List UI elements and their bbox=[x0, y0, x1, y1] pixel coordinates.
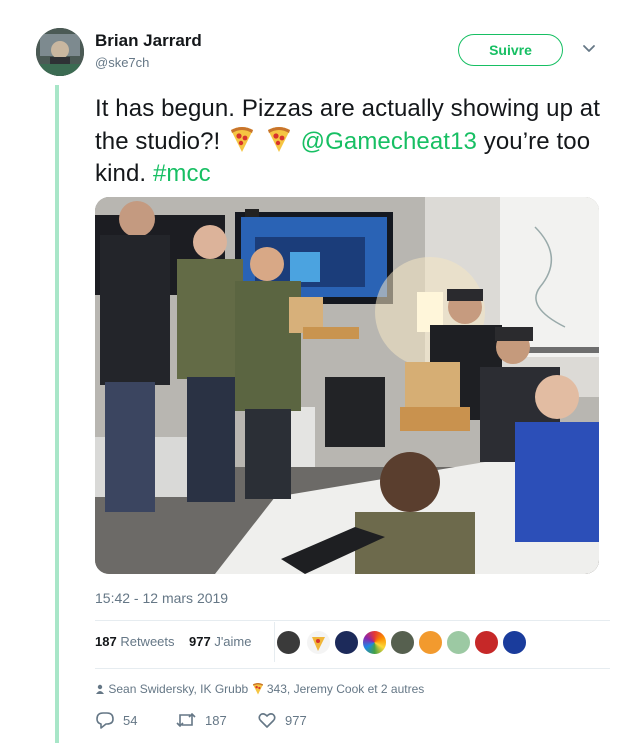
reply-button[interactable]: 54 bbox=[95, 710, 137, 730]
retweet-count: 187 bbox=[205, 713, 227, 728]
social-context: Sean Swidersky, IK Grubb 343, Jeremy Coo… bbox=[95, 682, 424, 696]
tweet-photo[interactable] bbox=[95, 197, 599, 574]
like-button[interactable]: 977 bbox=[257, 710, 307, 730]
pizza-avatar-icon bbox=[312, 637, 325, 651]
stats-separator bbox=[274, 622, 275, 662]
engagement-stats: 187 Retweets 977 J'aime bbox=[95, 634, 251, 649]
liker-avatar[interactable] bbox=[276, 630, 301, 655]
chevron-down-icon[interactable] bbox=[580, 40, 598, 58]
liker-avatar[interactable] bbox=[502, 630, 527, 655]
like-count: 977 bbox=[285, 713, 307, 728]
pizza-emoji-icon bbox=[267, 127, 290, 152]
likes-stat[interactable]: 977 J'aime bbox=[189, 634, 252, 649]
heart-icon bbox=[258, 713, 276, 728]
tweet-timestamp[interactable]: 15:42 - 12 mars 2019 bbox=[95, 590, 228, 606]
retweets-stat[interactable]: 187 Retweets bbox=[95, 634, 175, 649]
retweets-label: Retweets bbox=[120, 634, 175, 649]
liker-avatar[interactable] bbox=[446, 630, 471, 655]
author-handle[interactable]: @ske7ch bbox=[95, 55, 149, 70]
divider bbox=[95, 620, 610, 621]
likes-count: 977 bbox=[188, 634, 211, 649]
social-context-names[interactable]: Sean Swidersky, IK Grubb bbox=[108, 682, 248, 696]
tweet-text: It has begun. Pizzas are actually showin… bbox=[95, 93, 610, 190]
liker-avatar[interactable] bbox=[334, 630, 359, 655]
reply-icon bbox=[96, 712, 114, 729]
mention-link[interactable]: @Gamecheat13 bbox=[301, 128, 477, 155]
retweet-icon bbox=[176, 712, 196, 728]
follow-button[interactable]: Suivre bbox=[458, 34, 563, 66]
person-icon bbox=[96, 684, 104, 694]
social-context-more[interactable]: 343, Jeremy Cook et 2 autres bbox=[267, 682, 424, 696]
pizza-emoji-icon bbox=[231, 127, 254, 152]
liker-avatar[interactable] bbox=[390, 630, 415, 655]
divider bbox=[95, 668, 610, 669]
thread-line bbox=[55, 85, 59, 743]
hashtag-link[interactable]: #mcc bbox=[153, 160, 211, 187]
retweets-count: 187 bbox=[95, 634, 117, 649]
liker-avatar[interactable] bbox=[418, 630, 443, 655]
avatar[interactable] bbox=[36, 28, 84, 76]
retweet-button[interactable]: 187 bbox=[175, 710, 227, 730]
pizza-emoji-icon bbox=[252, 682, 263, 695]
likes-label: J'aime bbox=[214, 634, 252, 649]
author-name[interactable]: Brian Jarrard bbox=[95, 31, 202, 51]
liker-avatar[interactable] bbox=[474, 630, 499, 655]
liker-avatar[interactable] bbox=[306, 630, 331, 655]
reply-count: 54 bbox=[123, 713, 138, 728]
liker-avatar[interactable] bbox=[362, 630, 387, 655]
